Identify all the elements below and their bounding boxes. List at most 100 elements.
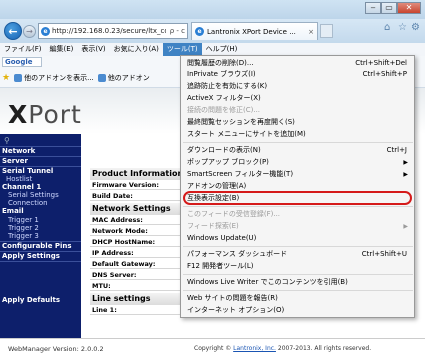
sidebar-item-serial-tunnel[interactable]: Serial Tunnel bbox=[2, 167, 53, 175]
menu-item-inprivate[interactable]: InPrivate ブラウズ(I) Ctrl+Shift+P bbox=[185, 69, 411, 80]
shortcut-label: Ctrl+Shift+Del bbox=[355, 59, 407, 67]
sidebar-item-email[interactable]: Email bbox=[2, 207, 24, 215]
menu-separator bbox=[183, 274, 413, 275]
submenu-arrow-icon: ▶ bbox=[403, 159, 408, 166]
forward-button[interactable]: → bbox=[23, 25, 36, 38]
favorites-item[interactable]: 他のアドオン bbox=[97, 73, 150, 83]
sidebar-item-apply-defaults[interactable]: Apply Defaults bbox=[2, 296, 60, 304]
menu-item-label: ActiveX フィルター(X) bbox=[187, 94, 261, 102]
menu-item-label: パフォーマンス ダッシュボード bbox=[187, 250, 288, 258]
menu-item-windows-update[interactable]: Windows Update(U) bbox=[185, 233, 411, 244]
menu-item-label: 追跡防止を有効にする(K) bbox=[187, 82, 268, 90]
menu-item-activex-filter[interactable]: ActiveX フィルター(X) bbox=[185, 93, 411, 104]
tab-close-icon[interactable]: × bbox=[308, 28, 317, 36]
sidebar-item-connection[interactable]: Connection bbox=[8, 199, 48, 207]
favorites-item[interactable]: 他のアドオンを表示... bbox=[14, 73, 94, 83]
menu-separator bbox=[183, 290, 413, 291]
menu-item-reopen-session[interactable]: 最終閲覧セッションを再度開く(S) bbox=[185, 117, 411, 128]
menu-item-label: ポップアップ ブロック(P) bbox=[187, 158, 269, 166]
menu-item-label: ダウンロードの表示(N) bbox=[187, 146, 261, 154]
menu-item-live-writer[interactable]: Windows Live Writer でこのコンテンツを引用(B) bbox=[185, 277, 411, 288]
minimize-button[interactable]: ‒ bbox=[365, 2, 381, 14]
menu-item-label: 最終閲覧セッションを再度開く(S) bbox=[187, 118, 295, 126]
menu-edit[interactable]: 編集(E) bbox=[46, 43, 78, 56]
menu-item-label: InPrivate ブラウズ(I) bbox=[187, 70, 256, 78]
browser-tab[interactable]: e Lantronix XPort Device ... × bbox=[191, 22, 318, 40]
menu-favorites[interactable]: お気に入り(A) bbox=[110, 43, 163, 56]
submenu-arrow-icon: ▶ bbox=[403, 171, 408, 178]
menu-item-label: 接続の問題を修正(C)... bbox=[187, 106, 261, 114]
back-button[interactable]: ← bbox=[4, 22, 22, 40]
addon-icon bbox=[14, 73, 23, 82]
copyright: Copyright © Lantronix, Inc. 2007-2013. A… bbox=[194, 345, 371, 352]
menu-item-label: Windows Update(U) bbox=[187, 234, 257, 242]
menu-item-label: フィード探索(E) bbox=[187, 222, 239, 230]
menu-item-label: Windows Live Writer でこのコンテンツを引用(B) bbox=[187, 278, 348, 286]
menu-item-label: アドオンの管理(A) bbox=[187, 182, 247, 190]
address-controls[interactable]: ρ - c bbox=[168, 27, 187, 35]
address-text[interactable]: http://192.168.0.23/secure/ltx_conf.htm bbox=[52, 27, 166, 35]
copyright-suffix: 2007-2013. All rights reserved. bbox=[277, 345, 372, 352]
favorites-star-icon[interactable]: ★ bbox=[2, 73, 10, 83]
sidebar-item-channel-1[interactable]: Channel 1 bbox=[2, 183, 41, 191]
menu-item-compat-view-settings[interactable]: 互換表示設定(B) bbox=[185, 193, 411, 204]
menu-item-add-site-start[interactable]: スタート メニューにサイトを追加(M) bbox=[185, 129, 411, 140]
copyright-prefix: Copyright © bbox=[194, 345, 232, 352]
navigation-bar: ← → e http://192.168.0.23/secure/ltx_con… bbox=[0, 19, 425, 43]
close-window-button[interactable]: ✕ bbox=[397, 2, 421, 14]
favorites-item-label: 他のアドオンを表示... bbox=[24, 73, 94, 82]
address-bar[interactable]: e http://192.168.0.23/secure/ltx_conf.ht… bbox=[38, 23, 188, 39]
maximize-button[interactable]: ▭ bbox=[381, 2, 397, 14]
sidebar-nav: ⚲ Network Server Serial Tunnel Hostlist … bbox=[0, 134, 81, 342]
menu-view[interactable]: 表示(V) bbox=[77, 43, 109, 56]
menu-item-report-problem[interactable]: Web サイトの問題を報告(R) bbox=[185, 293, 411, 304]
menu-file[interactable]: ファイル(F) bbox=[0, 43, 46, 56]
menu-item-popup-blocker[interactable]: ポップアップ ブロック(P) ▶ bbox=[185, 157, 411, 168]
menu-item-subscribe-feed: このフィードの受信登録(F)... bbox=[185, 209, 411, 220]
home-icon[interactable]: ⌂ bbox=[384, 22, 390, 33]
sidebar-item-apply-settings[interactable]: Apply Settings bbox=[2, 252, 60, 260]
sidebar-item-configurable-pins[interactable]: Configurable Pins bbox=[2, 242, 72, 250]
logo-port: Port bbox=[28, 100, 82, 129]
shortcut-label: Ctrl+J bbox=[386, 146, 407, 154]
tab-page-icon: e bbox=[195, 27, 204, 36]
menu-item-label: 互換表示設定(B) bbox=[187, 194, 240, 202]
window-titlebar: ‒ ▭ ✕ bbox=[0, 0, 425, 19]
menu-separator bbox=[183, 206, 413, 207]
google-search-box[interactable]: Google bbox=[2, 57, 42, 67]
menu-item-label: このフィードの受信登録(F)... bbox=[187, 210, 281, 218]
favorites-star-icon[interactable]: ☆ bbox=[398, 22, 407, 33]
shortcut-label: Ctrl+Shift+U bbox=[361, 250, 407, 258]
menu-separator bbox=[183, 142, 413, 143]
sidebar-item-trigger-3[interactable]: Trigger 3 bbox=[8, 232, 39, 240]
menu-item-feed-discovery: フィード探索(E) ▶ bbox=[185, 221, 411, 232]
menu-item-label: スタート メニューにサイトを追加(M) bbox=[187, 130, 306, 138]
menu-item-f12-tools[interactable]: F12 開発者ツール(L) bbox=[185, 261, 411, 272]
logo-x: X bbox=[8, 100, 29, 129]
menu-item-internet-options[interactable]: インターネット オプション(O) bbox=[185, 305, 411, 316]
shortcut-label: Ctrl+Shift+P bbox=[362, 70, 407, 78]
menu-item-downloads[interactable]: ダウンロードの表示(N) Ctrl+J bbox=[185, 145, 411, 156]
sidebar-item-server[interactable]: Server bbox=[2, 157, 28, 165]
new-tab-button[interactable] bbox=[320, 24, 333, 38]
sidebar-item-network[interactable]: Network bbox=[2, 147, 35, 155]
menu-item-smartscreen[interactable]: SmartScreen フィルター機能(T) ▶ bbox=[185, 169, 411, 180]
menu-item-delete-history[interactable]: 閲覧履歴の削除(D)... Ctrl+Shift+Del bbox=[185, 58, 411, 69]
menu-item-label: 閲覧履歴の削除(D)... bbox=[187, 59, 254, 67]
lantronix-link[interactable]: Lantronix, Inc. bbox=[233, 345, 276, 352]
menu-item-tracking-protection[interactable]: 追跡防止を有効にする(K) bbox=[185, 81, 411, 92]
menu-item-performance-dashboard[interactable]: パフォーマンス ダッシュボード Ctrl+Shift+U bbox=[185, 249, 411, 260]
window-controls: ‒ ▭ ✕ bbox=[365, 2, 421, 14]
sidebar-item-hostlist[interactable]: Hostlist bbox=[6, 175, 32, 183]
sidebar-item-trigger-2[interactable]: Trigger 2 bbox=[8, 224, 39, 232]
tools-gear-icon[interactable]: ⚙ bbox=[411, 22, 420, 33]
tools-menu-dropdown: 閲覧履歴の削除(D)... Ctrl+Shift+Del InPrivate ブラ… bbox=[180, 55, 415, 318]
network-tree-icon: ⚲ bbox=[4, 136, 10, 145]
menu-item-label: Web サイトの問題を報告(R) bbox=[187, 294, 278, 302]
sidebar-divider bbox=[0, 261, 81, 262]
favorites-item-label: 他のアドオン bbox=[107, 73, 150, 82]
xport-logo: XPort bbox=[8, 100, 82, 129]
sidebar-item-trigger-1[interactable]: Trigger 1 bbox=[8, 216, 39, 224]
sidebar-item-serial-settings[interactable]: Serial Settings bbox=[8, 191, 59, 199]
menu-item-label: F12 開発者ツール(L) bbox=[187, 262, 254, 270]
